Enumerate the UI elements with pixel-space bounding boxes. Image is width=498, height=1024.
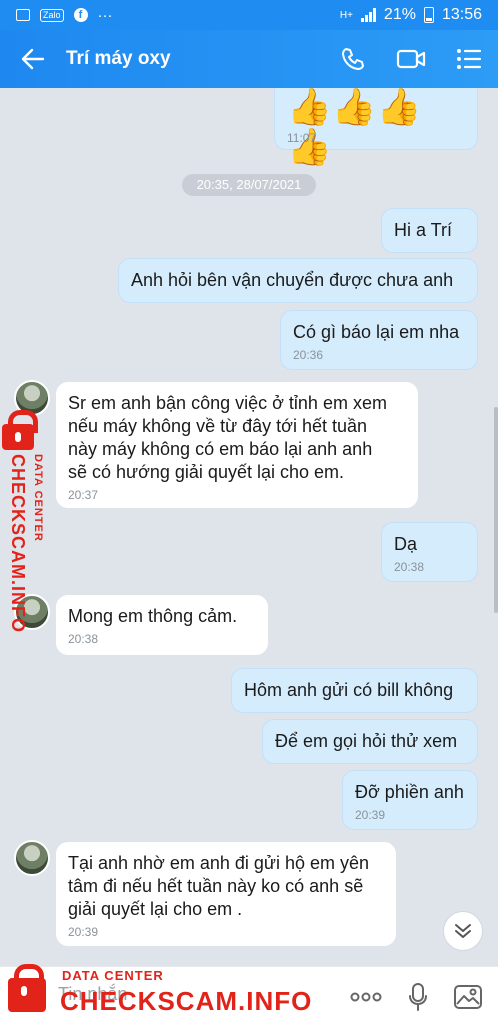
watermark-vertical: DATA CENTER CHECKSCAM.INFO: [2, 408, 52, 648]
scrollbar[interactable]: [494, 407, 498, 613]
back-arrow-icon: [21, 48, 45, 70]
phone-icon: [342, 48, 364, 70]
network-type: H+: [339, 9, 353, 21]
message-bubble[interactable]: Mong em thông cảm. 20:38: [56, 595, 268, 655]
video-call-icon: [396, 49, 426, 69]
menu-button[interactable]: [440, 30, 498, 88]
message-text: Hi a Trí: [394, 220, 453, 240]
lock-icon: [8, 964, 46, 1012]
lock-icon: [2, 410, 38, 450]
message-text: Hôm anh gửi có bill không: [244, 680, 454, 700]
back-button[interactable]: [0, 30, 66, 88]
image-icon: [454, 985, 482, 1009]
call-button[interactable]: [324, 30, 382, 88]
message-line: Tại anh nhờ em anh đi gửi hộ em yên: [68, 853, 370, 873]
message-time: 20:36: [293, 348, 324, 362]
message-text: Anh hỏi bên vận chuyển được chưa anh: [131, 270, 454, 290]
double-chevron-down-icon: [455, 924, 471, 938]
date-separator: 20:35, 28/07/2021: [182, 174, 316, 196]
contact-name[interactable]: Trí máy oxy: [66, 48, 171, 70]
battery-icon: [423, 7, 434, 23]
message-line: sẽ có hướng giải quyết lại cho em.: [68, 462, 345, 482]
signal-icon: [360, 8, 376, 22]
message-bubble[interactable]: Dạ 20:38: [381, 522, 478, 582]
message-time: 20:38: [394, 560, 425, 574]
message-bubble[interactable]: Anh hỏi bên vận chuyển được chưa anh: [118, 258, 478, 303]
message-bubble[interactable]: Tại anh nhờ em anh đi gửi hộ em yên tâm …: [56, 842, 396, 946]
voice-button[interactable]: [396, 975, 440, 1019]
image-button[interactable]: [446, 975, 490, 1019]
status-bar: Zalo f ··· H+ 21% 13:56: [0, 0, 498, 30]
message-line: này máy không có em báo lại anh anh: [68, 439, 373, 459]
scroll-to-bottom-button[interactable]: [443, 911, 483, 951]
message-text: Có gì báo lại em nha: [293, 322, 460, 342]
more-options-button[interactable]: [344, 975, 388, 1019]
thumbs-up-stickers: 👍👍👍👍: [287, 88, 422, 167]
menu-list-icon: [457, 49, 482, 69]
message-bubble[interactable]: Đỡ phiền anh 20:39: [342, 770, 478, 830]
video-call-button[interactable]: [382, 30, 440, 88]
message-line: tâm đi nếu hết tuần này ko có anh sẽ: [68, 876, 364, 896]
message-list[interactable]: 👍👍👍👍 11:07 20:35, 28/07/2021 Hi a Trí An…: [0, 88, 498, 960]
message-bubble[interactable]: Hôm anh gửi có bill không: [231, 668, 478, 713]
message-bubble[interactable]: Sr em anh bận công việc ở tỉnh em xem nế…: [56, 382, 418, 508]
message-time: 11:07: [287, 131, 317, 145]
message-text: Mong em thông cảm.: [68, 606, 238, 626]
chat-header: Trí máy oxy: [0, 30, 498, 88]
watermark-text-small: DATA CENTER: [32, 454, 44, 542]
gallery-icon: [16, 9, 30, 21]
message-bubble[interactable]: Hi a Trí: [381, 208, 478, 253]
clock: 13:56: [441, 6, 482, 23]
microphone-icon: [409, 983, 427, 1011]
message-text: Để em gọi hỏi thử xem: [275, 731, 458, 751]
more-dots-icon: ···: [97, 6, 113, 24]
message-time: 20:37: [68, 488, 99, 502]
watermark-text-small: DATA CENTER: [62, 968, 164, 983]
contact-avatar[interactable]: [14, 840, 50, 876]
message-line: nếu máy không về từ đây tới hết tuần: [68, 416, 368, 436]
message-time: 20:39: [355, 808, 386, 822]
message-line: Sr em anh bận công việc ở tỉnh em xem: [68, 393, 387, 413]
message-time: 20:38: [68, 632, 99, 646]
battery-level: 21%: [383, 6, 416, 23]
message-bubble[interactable]: Có gì báo lại em nha 20:36: [280, 310, 478, 370]
watermark-text-large: CHECKSCAM.INFO: [60, 986, 313, 1016]
zalo-icon: Zalo: [40, 8, 64, 22]
message-line: giải quyết lại cho em .: [68, 899, 243, 919]
watermark-text-large: CHECKSCAM.INFO: [8, 454, 28, 633]
more-options-icon: [350, 992, 382, 1002]
message-bubble[interactable]: 👍👍👍👍 11:07: [274, 88, 478, 167]
message-text: Đỡ phiền anh: [355, 782, 464, 802]
message-bubble[interactable]: Để em gọi hỏi thử xem: [262, 719, 478, 764]
message-text: Dạ: [394, 534, 418, 554]
facebook-icon: f: [73, 8, 88, 22]
message-time: 20:39: [68, 925, 99, 939]
